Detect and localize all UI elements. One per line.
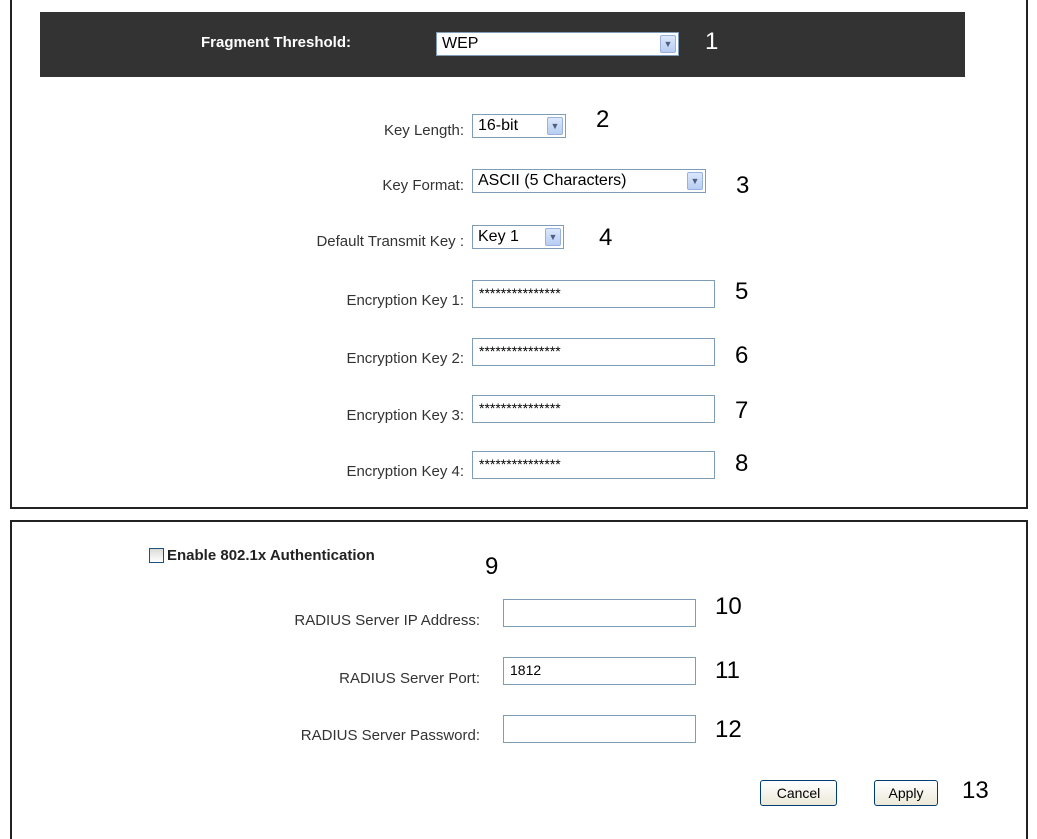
key-format-select[interactable]: ASCII (5 Characters) ▼ <box>472 169 706 193</box>
radius-port-label: RADIUS Server Port: <box>339 670 480 687</box>
fragment-threshold-select[interactable]: WEP ▼ <box>436 32 679 56</box>
default-transmit-key-select[interactable]: Key 1 ▼ <box>472 225 564 249</box>
key-length-value: 16-bit <box>478 117 519 134</box>
encryption-key-3-label: Encryption Key 3: <box>346 407 464 424</box>
key-format-label: Key Format: <box>382 177 464 194</box>
radius-password-label: RADIUS Server Password: <box>300 727 480 744</box>
fragment-threshold-bar: Fragment Threshold: WEP ▼ 1 <box>40 12 965 77</box>
callout-4: 4 <box>599 224 613 251</box>
key-length-label: Key Length: <box>383 122 464 139</box>
callout-3: 3 <box>736 172 750 199</box>
fragment-threshold-value: WEP <box>442 35 479 52</box>
callout-6: 6 <box>735 342 749 369</box>
radius-port-field[interactable]: 1812 <box>503 657 696 685</box>
enable-8021x-label: Enable 802.1x Authentication <box>167 547 375 564</box>
key-format-value: ASCII (5 Characters) <box>478 172 627 189</box>
chevron-down-icon[interactable]: ▼ <box>547 117 563 135</box>
callout-10: 10 <box>715 593 742 620</box>
encryption-key-2-label: Encryption Key 2: <box>346 350 464 367</box>
radius-ip-label: RADIUS Server IP Address: <box>294 612 480 629</box>
radius-ip-field[interactable] <box>503 599 696 627</box>
callout-9: 9 <box>485 553 499 580</box>
chevron-down-icon[interactable]: ▼ <box>660 35 676 53</box>
callout-8: 8 <box>735 450 749 477</box>
encryption-key-3-field[interactable]: *************** <box>472 395 715 423</box>
encryption-key-4-field[interactable]: *************** <box>472 451 715 479</box>
chevron-down-icon[interactable]: ▼ <box>545 228 561 246</box>
radius-password-field[interactable] <box>503 715 696 743</box>
key-length-select[interactable]: 16-bit ▼ <box>472 114 566 138</box>
encryption-key-4-label: Encryption Key 4: <box>346 463 464 480</box>
callout-11: 11 <box>715 657 740 684</box>
authentication-panel: Enable 802.1x Authentication 9 RADIUS Se… <box>10 520 1028 839</box>
callout-7: 7 <box>735 397 749 424</box>
default-transmit-key-value: Key 1 <box>478 228 519 245</box>
callout-1: 1 <box>705 28 719 55</box>
encryption-key-2-field[interactable]: *************** <box>472 338 715 366</box>
chevron-down-icon[interactable]: ▼ <box>687 172 703 190</box>
cancel-button[interactable]: Cancel <box>760 780 837 806</box>
fragment-threshold-label: Fragment Threshold: <box>201 34 352 51</box>
apply-button[interactable]: Apply <box>874 780 938 806</box>
callout-12: 12 <box>715 716 742 743</box>
enable-8021x-checkbox[interactable] <box>149 548 164 563</box>
wep-settings-panel: Fragment Threshold: WEP ▼ 1 Key Length: … <box>10 0 1028 509</box>
default-transmit-key-label: Default Transmit Key : <box>316 233 464 250</box>
encryption-key-1-label: Encryption Key 1: <box>346 292 464 309</box>
encryption-key-1-field[interactable]: *************** <box>472 280 715 308</box>
callout-13: 13 <box>962 777 989 804</box>
callout-2: 2 <box>596 106 610 133</box>
callout-5: 5 <box>735 278 749 305</box>
